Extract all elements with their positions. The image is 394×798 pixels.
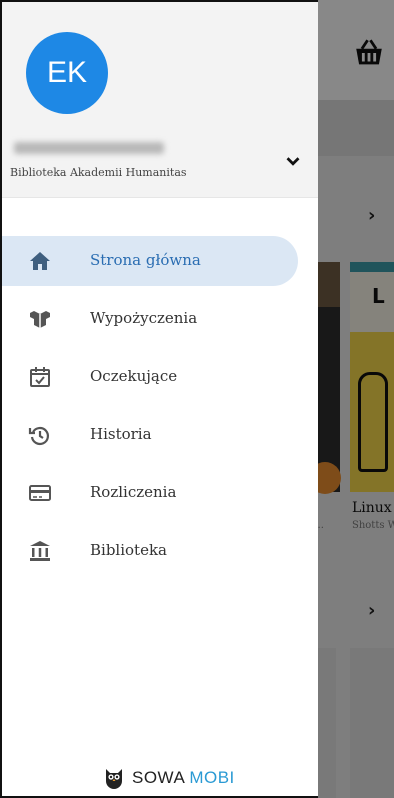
library-name: Biblioteka Akademii Humanitas bbox=[10, 166, 187, 179]
menu-item-history[interactable]: Historia bbox=[2, 410, 318, 468]
history-icon bbox=[28, 426, 50, 446]
credit-card-icon bbox=[29, 485, 51, 501]
menu-item-library[interactable]: Biblioteka bbox=[2, 526, 318, 584]
menu-item-label: Wypożyczenia bbox=[90, 309, 198, 327]
menu-item-pending[interactable]: Oczekujące bbox=[2, 352, 318, 410]
menu-item-label: Historia bbox=[90, 425, 152, 443]
menu-item-label: Biblioteka bbox=[90, 541, 167, 559]
menu-item-home[interactable]: Strona główna bbox=[2, 236, 318, 294]
navigation-drawer: EK Biblioteka Akademii Humanitas Strona … bbox=[0, 0, 318, 798]
drawer-menu: Strona główna Wypożyczenia Oczekujące Hi… bbox=[2, 236, 318, 584]
menu-item-loans[interactable]: Wypożyczenia bbox=[2, 294, 318, 352]
books-icon bbox=[30, 311, 50, 328]
avatar[interactable]: EK bbox=[26, 32, 108, 114]
menu-item-label: Oczekujące bbox=[90, 367, 178, 385]
chevron-down-icon[interactable] bbox=[282, 150, 304, 172]
brand-text-sowa: SOWA bbox=[132, 768, 186, 787]
menu-item-label: Strona główna bbox=[90, 251, 201, 269]
menu-item-settlements[interactable]: Rozliczenia bbox=[2, 468, 318, 526]
library-icon bbox=[30, 541, 50, 561]
user-name-blurred bbox=[14, 142, 164, 154]
calendar-check-icon bbox=[30, 367, 50, 387]
menu-item-label: Rozliczenia bbox=[90, 483, 177, 501]
home-icon bbox=[30, 252, 50, 270]
brand-text-mobi: MOBI bbox=[189, 768, 235, 787]
drawer-header: EK Biblioteka Akademii Humanitas bbox=[2, 2, 318, 198]
owl-logo-icon bbox=[106, 769, 122, 789]
brand-logo: SOWA MOBI bbox=[102, 766, 235, 790]
